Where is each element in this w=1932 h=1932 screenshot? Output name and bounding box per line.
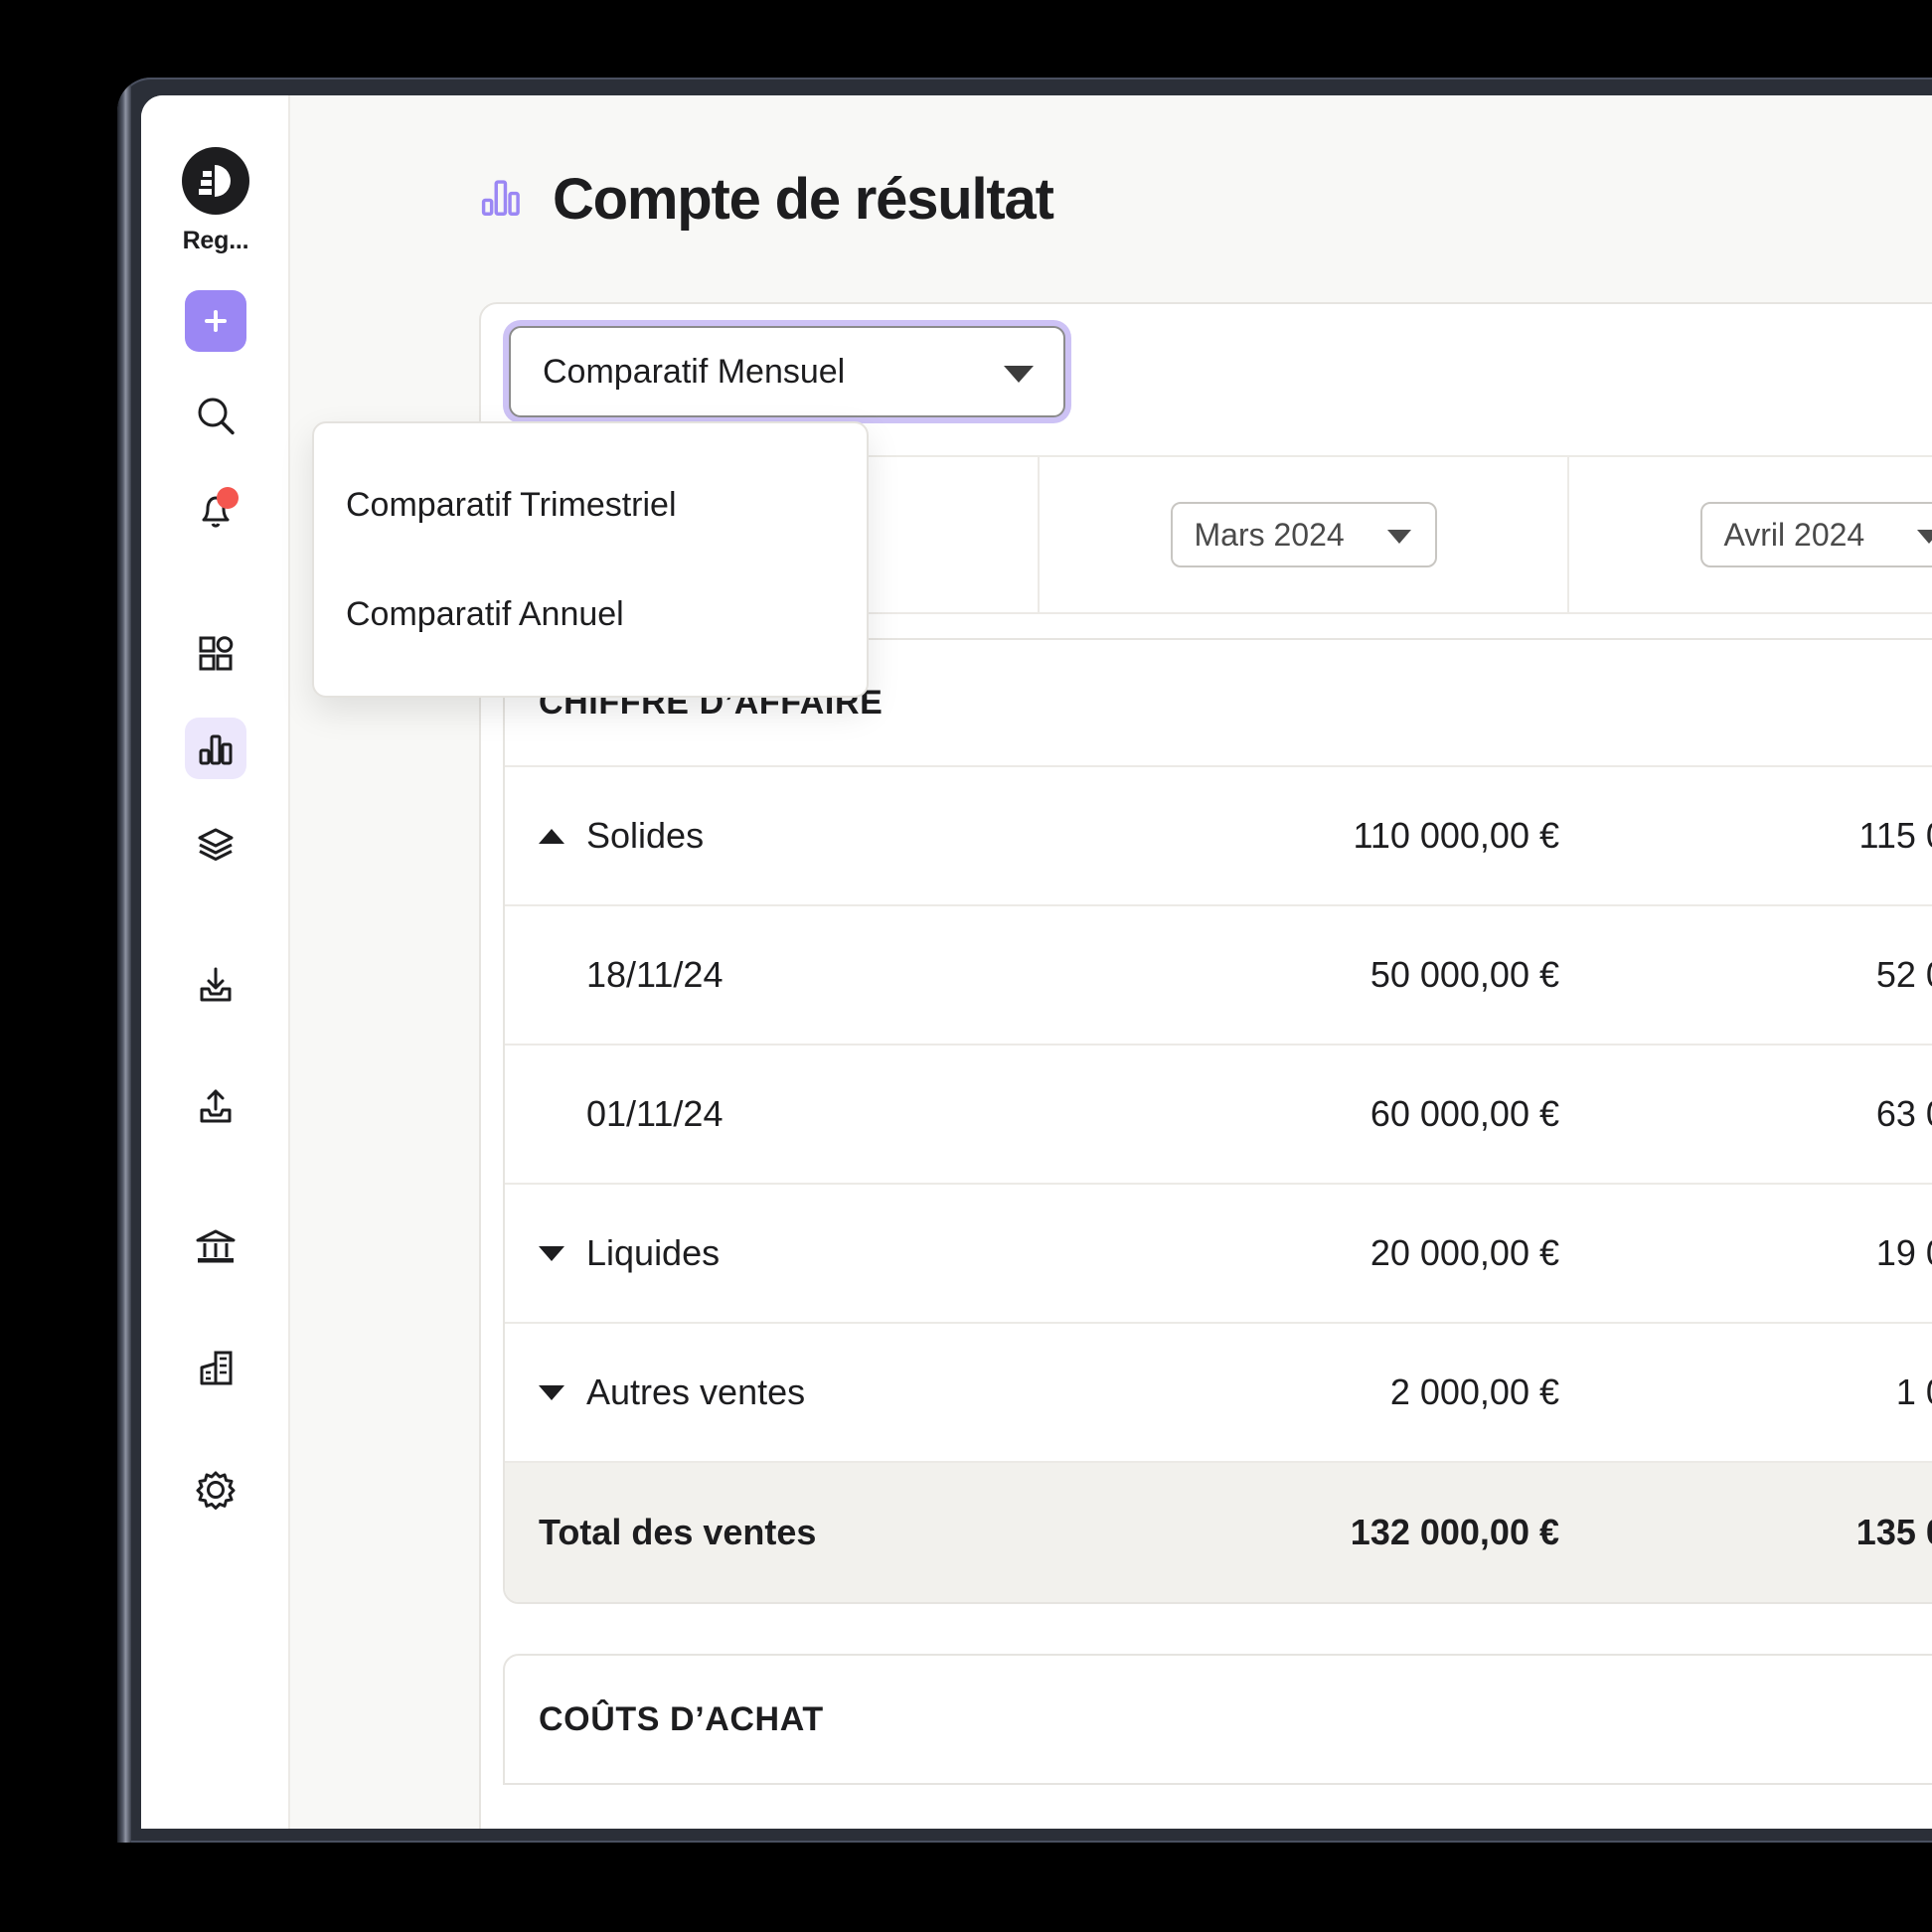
month-select-2[interactable]: Avril 2024 [1699, 502, 1932, 567]
building-icon [200, 1351, 233, 1385]
page-header: Compte de résultat [290, 95, 1932, 302]
row-value-col1: 2 000,00 € [1389, 1371, 1559, 1412]
row-value-col2: 19 000,00 € [1875, 1232, 1932, 1273]
row-label-cell: Solides [505, 815, 1061, 857]
row-value-col1: 132 000,00 € [1350, 1512, 1559, 1552]
row-value-col2: 1 000,00 € [1895, 1371, 1932, 1412]
sidebar-divider-2 [141, 908, 290, 954]
table-row[interactable]: 01/11/24 60 000,00 € 63 000,00 € [505, 1046, 1932, 1185]
sidebar-item-settings[interactable] [185, 1459, 246, 1521]
expand-triangle-down-icon[interactable] [539, 1384, 564, 1400]
page-title: Compte de résultat [553, 166, 1054, 232]
chevron-down-icon [1386, 530, 1411, 544]
collapse-triangle-up-icon[interactable] [539, 828, 564, 844]
month-slot-1: Mars 2024 [1040, 502, 1567, 567]
comparison-select[interactable]: Comparatif Mensuel [509, 326, 1065, 417]
month-select-1-value: Mars 2024 [1194, 516, 1345, 553]
row-label-cell: 01/11/24 [505, 1093, 1061, 1135]
inbox-upload-icon [200, 1089, 232, 1123]
laptop-frame: Reg... Compte de résultat Comparatif Men… [117, 78, 1932, 1843]
row-label: 01/11/24 [586, 1093, 724, 1134]
sidebar-divider-3 [141, 1171, 290, 1216]
device-bezel-edge [117, 78, 131, 1843]
screenshot-root: Reg... Compte de résultat Comparatif Men… [0, 0, 1932, 1932]
section-heading-purchase-costs: COÛTS D’ACHAT [539, 1699, 824, 1738]
row-label-cell: 18/11/24 [505, 954, 1061, 996]
sidebar-item-bank[interactable] [185, 1216, 246, 1278]
table-row[interactable]: Liquides 20 000,00 € 19 000,00 € [505, 1185, 1932, 1324]
row-value-col1: 110 000,00 € [1353, 815, 1559, 856]
row-label: Autres ventes [586, 1371, 806, 1412]
notification-badge [217, 487, 239, 509]
dropdown-option-annuel[interactable]: Comparatif Annuel [314, 576, 867, 652]
row-label-cell: Autres ventes [505, 1371, 1061, 1413]
table-row-total: Total des ventes 132 000,00 € 135 000,00… [505, 1463, 1932, 1602]
row-label-cell: Liquides [505, 1232, 1061, 1274]
dropdown-option-trimestriel[interactable]: Comparatif Trimestriel [314, 467, 867, 543]
sidebar-item-notifications[interactable] [185, 481, 246, 543]
main-area: Compte de résultat Comparatif Mensuel Ma… [290, 95, 1932, 1829]
brand-name: Reg... [182, 227, 249, 254]
brand[interactable]: Reg... [141, 147, 290, 255]
sidebar-divider-1 [141, 576, 290, 622]
row-value-col1: 20 000,00 € [1369, 1232, 1559, 1273]
bank-icon [196, 1229, 236, 1263]
table-row[interactable]: 18/11/24 50 000,00 € 52 000,00 € [505, 906, 1932, 1046]
row-value-col2: 135 000,00 € [1855, 1512, 1932, 1552]
table-row[interactable]: Autres ventes 2 000,00 € 1 000,00 € [505, 1324, 1932, 1463]
sidebar-item-export[interactable] [185, 1075, 246, 1137]
bar-chart-icon [199, 734, 233, 765]
table-section-container: CHIFFRE D’AFFAIRE Solides 110 000,00 € 1… [481, 638, 1932, 1785]
table-chiffre-affaire: CHIFFRE D’AFFAIRE Solides 110 000,00 € 1… [503, 638, 1932, 1604]
sidebar-item-apps[interactable] [185, 622, 246, 684]
row-value-col1: 50 000,00 € [1369, 954, 1559, 995]
plus-icon [205, 310, 227, 332]
bar-chart-logo-glyph [199, 165, 231, 197]
gear-icon [196, 1471, 236, 1510]
expand-triangle-down-icon[interactable] [539, 1245, 564, 1261]
chevron-down-icon [1004, 366, 1034, 383]
row-value-col2: 115 000,00 € [1858, 815, 1932, 856]
sidebar-item-import[interactable] [185, 954, 246, 1016]
table-couts-achat: COÛTS D’ACHAT [503, 1654, 1932, 1785]
month-slot-2: Avril 2024 [1569, 502, 1932, 567]
layers-icon [198, 828, 234, 861]
page-title-bar-chart-icon [479, 174, 525, 225]
row-value-col1: 60 000,00 € [1369, 1093, 1559, 1134]
row-label: Solides [586, 815, 705, 856]
inbox-download-icon [200, 967, 232, 1002]
sidebar-item-reports[interactable] [185, 718, 246, 779]
month-select-2-value: Avril 2024 [1723, 516, 1865, 553]
row-label: 18/11/24 [586, 954, 724, 995]
month-select-1[interactable]: Mars 2024 [1170, 502, 1437, 567]
table-row[interactable]: Solides 110 000,00 € 115 000,00 € [505, 767, 1932, 906]
comparison-select-value: Comparatif Mensuel [543, 352, 846, 391]
search-icon [198, 398, 235, 435]
row-value-col2: 63 000,00 € [1875, 1093, 1932, 1134]
sidebar-item-layers[interactable] [185, 813, 246, 875]
app-window: Reg... Compte de résultat Comparatif Men… [141, 95, 1932, 1829]
sidebar-item-company[interactable] [185, 1338, 246, 1399]
grid-apps-icon [199, 636, 234, 671]
comparison-dropdown-menu: Comparatif Trimestriel Comparatif Annuel [312, 421, 869, 698]
row-label: Liquides [586, 1232, 721, 1273]
row-label: Total des ventes [539, 1512, 817, 1552]
row-value-col2: 52 000,00 € [1875, 954, 1932, 995]
sidebar-nav [141, 290, 290, 1554]
brand-logo-icon [182, 147, 249, 215]
chevron-down-icon [1916, 530, 1932, 544]
sidebar-item-add[interactable] [185, 290, 246, 352]
sidebar: Reg... [141, 95, 290, 1829]
row-label-cell: Total des ventes [505, 1512, 1061, 1553]
sidebar-item-search[interactable] [185, 386, 246, 447]
